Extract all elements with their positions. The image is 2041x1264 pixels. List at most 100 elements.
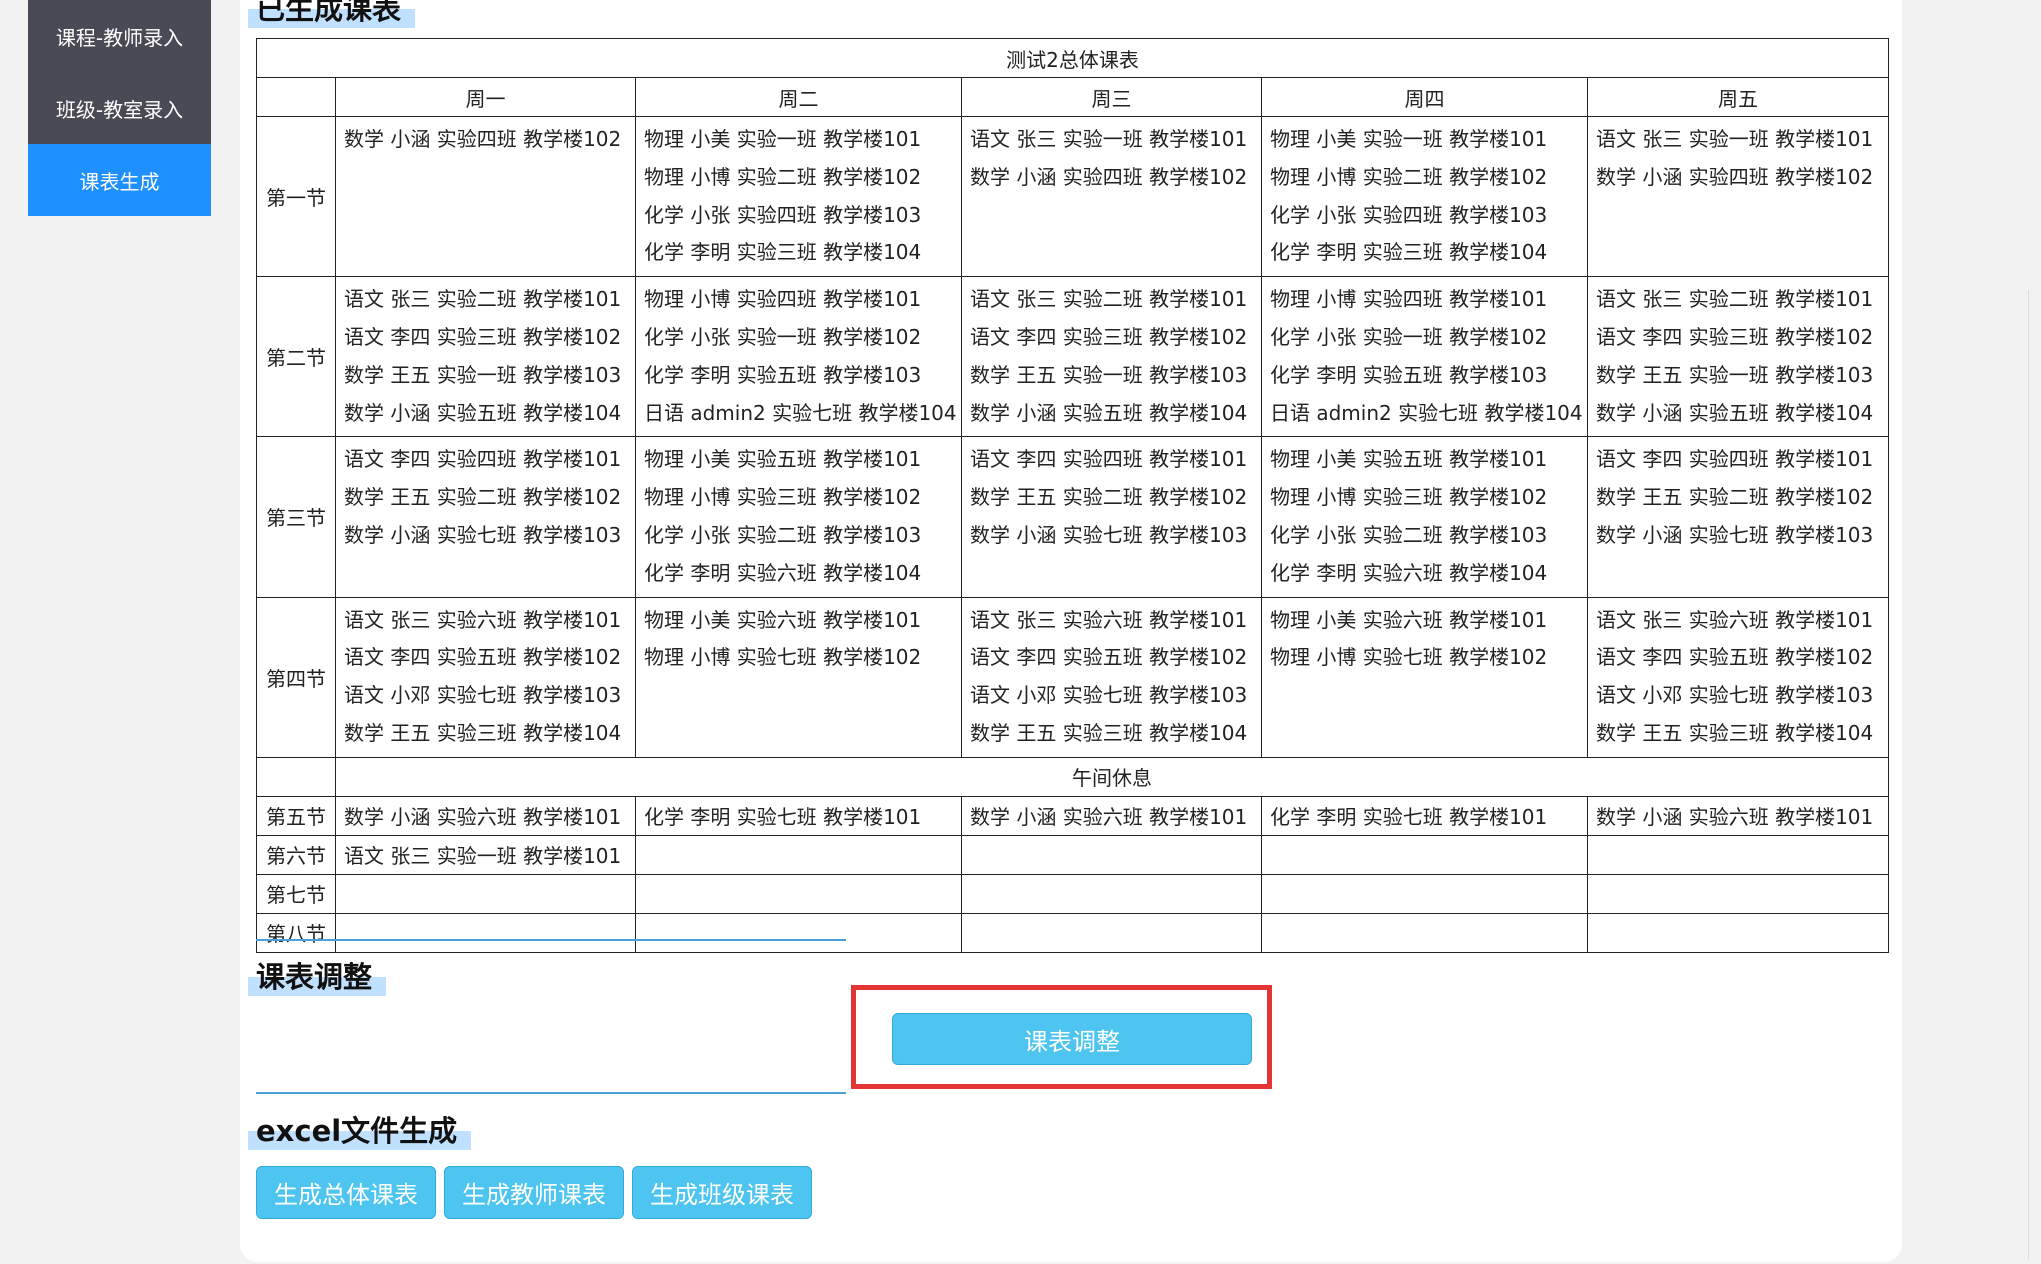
schedule-cell: [961, 912, 1262, 953]
table-row: 第七节: [256, 873, 1890, 914]
schedule-entry: 数学 王五 实验三班 教学楼104: [344, 720, 622, 745]
schedule-cell: 物理 小美 实验五班 教学楼101 物理 小博 实验三班 教学楼102 化学 小张 …: [635, 436, 962, 598]
schedule-entry: 物理 小博 实验七班 教学楼102: [644, 645, 922, 670]
schedule-cell: [961, 834, 1262, 875]
table-row: 第六节 语文 张三 实验一班 教学楼101: [256, 834, 1890, 875]
divider: [256, 939, 846, 941]
schedule-entry: 数学 王五 实验二班 教学楼102: [344, 485, 622, 510]
schedule-cell: [1586, 873, 1890, 914]
schedule-entry: 语文 李四 实验五班 教学楼102: [970, 645, 1248, 670]
schedule-entry: 数学 小涵 实验七班 教学楼103: [970, 522, 1248, 547]
schedule-entry: 语文 李四 实验四班 教学楼101: [344, 447, 622, 472]
schedule-entry: 物理 小博 实验三班 教学楼102: [1270, 485, 1548, 510]
schedule-cell: 语文 张三 实验六班 教学楼101 语文 李四 实验五班 教学楼102 语文 小邓 …: [961, 596, 1262, 758]
generate-class-schedule-button[interactable]: 生成班级课表: [632, 1166, 812, 1219]
period-label: 第四节: [256, 596, 336, 758]
period-label: 第六节: [256, 834, 336, 875]
empty-cell: [256, 756, 336, 797]
schedule-entry: 化学 小张 实验四班 教学楼103: [1270, 202, 1548, 227]
adjust-schedule-button[interactable]: 课表调整: [892, 1013, 1252, 1065]
schedule-entry: 语文 小邓 实验七班 教学楼103: [970, 683, 1248, 708]
schedule-cell: 语文 张三 实验一班 教学楼101: [335, 834, 636, 875]
schedule-cell: 语文 张三 实验一班 教学楼101 数学 小涵 实验四班 教学楼102: [961, 115, 1262, 278]
schedule-cell: [1261, 873, 1588, 914]
table-row: 第五节 数学 小涵 实验六班 教学楼101 化学 李明 实验七班 教学楼101 数学 …: [256, 795, 1890, 836]
schedule-cell: 物理 小美 实验五班 教学楼101 物理 小博 实验三班 教学楼102 化学 小张 …: [1261, 436, 1588, 598]
schedule-entry: 数学 小涵 实验四班 教学楼102: [970, 164, 1248, 189]
schedule-entry: 语文 小邓 实验七班 教学楼103: [344, 683, 622, 708]
schedule-entry: 物理 小博 实验二班 教学楼102: [1270, 164, 1548, 189]
schedule-entry: 语文 张三 实验二班 教学楼101: [1596, 287, 1874, 312]
schedule-cell: [1261, 912, 1588, 953]
schedule-entry: 物理 小美 实验一班 教学楼101: [1270, 127, 1548, 151]
schedule-entry: 数学 小涵 实验五班 教学楼104: [1596, 400, 1874, 425]
schedule-cell: 物理 小博 实验四班 教学楼101 化学 小张 实验一班 教学楼102 化学 李明 …: [1261, 276, 1588, 438]
table-row: 第三节 语文 李四 实验四班 教学楼101 数学 王五 实验二班 教学楼102 数学 …: [256, 436, 1890, 598]
schedule-cell: 物理 小美 实验六班 教学楼101 物理 小博 实验七班 教学楼102: [1261, 596, 1588, 758]
schedule-cell: 数学 小涵 实验六班 教学楼101: [1586, 795, 1890, 836]
schedule-cell: 数学 小涵 实验六班 教学楼101: [335, 795, 636, 836]
corner-cell: [256, 77, 336, 117]
day-header: 周三: [961, 77, 1262, 117]
schedule-entry: 化学 李明 实验六班 教学楼104: [1270, 560, 1548, 585]
schedule-entry: 物理 小美 实验五班 教学楼101: [644, 447, 922, 472]
schedule-entry: 化学 小张 实验二班 教学楼103: [1270, 522, 1548, 547]
generate-teacher-schedule-button[interactable]: 生成教师课表: [444, 1166, 624, 1219]
schedule-cell: 物理 小美 实验一班 教学楼101 物理 小博 实验二班 教学楼102 化学 小张 …: [1261, 115, 1588, 278]
schedule-cell: 化学 李明 实验七班 教学楼101: [635, 795, 962, 836]
schedule-cell: 语文 李四 实验四班 教学楼101 数学 王五 实验二班 教学楼102 数学 小涵 …: [1586, 436, 1890, 598]
sidebar-item-course-teacher[interactable]: 课程-教师录入: [28, 0, 211, 72]
schedule-entry: 化学 小张 实验一班 教学楼102: [644, 324, 922, 349]
schedule-entry: 物理 小博 实验四班 教学楼101: [644, 287, 922, 312]
schedule-entry: 语文 张三 实验二班 教学楼101: [344, 287, 622, 312]
period-label: 第三节: [256, 436, 336, 598]
schedule-entry: 语文 张三 实验二班 教学楼101: [970, 287, 1248, 312]
schedule-cell: [635, 834, 962, 875]
schedule-entry: 物理 小博 实验四班 教学楼101: [1270, 287, 1548, 312]
schedule-entry: 数学 王五 实验一班 教学楼103: [344, 362, 622, 387]
generate-overall-schedule-button[interactable]: 生成总体课表: [256, 1166, 436, 1219]
schedule-entry: 语文 李四 实验三班 教学楼102: [1596, 324, 1874, 349]
day-header: 周四: [1261, 77, 1588, 117]
period-label: 第八节: [256, 912, 336, 953]
schedule-entry: 语文 李四 实验三班 教学楼102: [970, 324, 1248, 349]
schedule-entry: 语文 张三 实验六班 教学楼101: [344, 607, 622, 632]
schedule-entry: 数学 王五 实验三班 教学楼104: [970, 720, 1248, 745]
schedule-entry: 物理 小美 实验六班 教学楼101: [1270, 607, 1548, 632]
day-header: 周一: [335, 77, 636, 117]
schedule-entry: 数学 小涵 实验五班 教学楼104: [344, 400, 622, 425]
schedule-cell: [635, 912, 962, 953]
schedule-entry: 数学 小涵 实验四班 教学楼102: [344, 127, 622, 151]
generated-section-title: 已生成课表: [248, 0, 416, 28]
schedule-cell: [635, 873, 962, 914]
schedule-entry: 日语 admin2 实验七班 教学楼104: [1270, 400, 1583, 425]
schedule-entry: 化学 小张 实验一班 教学楼102: [1270, 324, 1548, 349]
schedule-entry: 物理 小美 实验一班 教学楼101: [644, 127, 922, 151]
table-row: 第八节: [256, 912, 1890, 953]
schedule-entry: 化学 李明 实验六班 教学楼104: [644, 560, 922, 585]
table-row: 第四节 语文 张三 实验六班 教学楼101 语文 李四 实验五班 教学楼102 语文 …: [256, 596, 1890, 758]
schedule-cell: [335, 873, 636, 914]
schedule-entry: 数学 王五 实验三班 教学楼104: [1596, 720, 1874, 745]
schedule-cell: 语文 张三 实验二班 教学楼101 语文 李四 实验三班 教学楼102 数学 王五 …: [961, 276, 1262, 438]
sidebar-item-class-room[interactable]: 班级-教室录入: [28, 72, 211, 144]
schedule-cell: 物理 小美 实验一班 教学楼101 物理 小博 实验二班 教学楼102 化学 小张 …: [635, 115, 962, 278]
schedule-entry: 数学 小涵 实验七班 教学楼103: [1596, 522, 1874, 547]
sidebar-item-schedule-generate[interactable]: 课表生成: [28, 144, 211, 216]
schedule-cell: 语文 张三 实验一班 教学楼101 数学 小涵 实验四班 教学楼102: [1586, 115, 1890, 278]
schedule-table-title: 测试2总体课表: [255, 38, 1890, 78]
schedule-entry: 数学 小涵 实验四班 教学楼102: [1596, 164, 1874, 189]
divider: [256, 1092, 846, 1094]
schedule-cell: [1261, 834, 1588, 875]
schedule-entry: 数学 王五 实验二班 教学楼102: [1596, 485, 1874, 510]
schedule-entry: 数学 王五 实验一班 教学楼103: [970, 362, 1248, 387]
schedule-entry: 化学 李明 实验三班 教学楼104: [644, 240, 922, 265]
lunch-break-label: 午间休息: [334, 756, 1890, 797]
schedule-cell: 语文 李四 实验四班 教学楼101 数学 王五 实验二班 教学楼102 数学 小涵 …: [961, 436, 1262, 598]
schedule-entry: 语文 李四 实验五班 教学楼102: [1596, 645, 1874, 670]
schedule-cell: 语文 李四 实验四班 教学楼101 数学 王五 实验二班 教学楼102 数学 小涵 …: [335, 436, 636, 598]
schedule-entry: 化学 李明 实验三班 教学楼104: [1270, 240, 1548, 265]
scrollbar[interactable]: [2028, 290, 2041, 1260]
schedule-table: 测试2总体课表 周一 周二 周三 周四 周五 第一节 数学 小涵 实验四班 教学楼102 物…: [255, 38, 1890, 953]
schedule-entry: 语文 小邓 实验七班 教学楼103: [1596, 683, 1874, 708]
